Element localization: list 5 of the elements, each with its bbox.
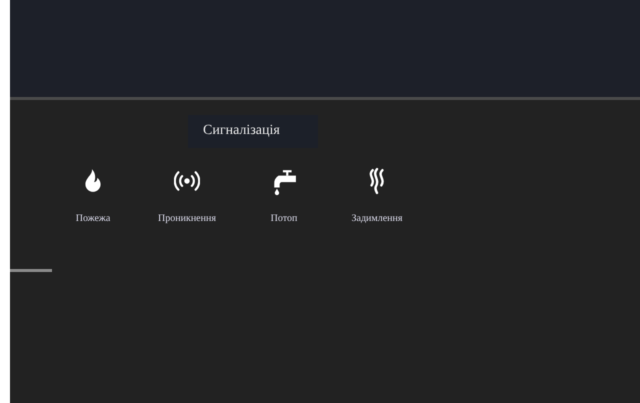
alarm-label: Пожежа	[76, 213, 110, 224]
alarm-label: Задимлення	[352, 213, 402, 224]
alarm-label: Потоп	[270, 213, 298, 224]
section-title: Сигналізація	[188, 115, 318, 148]
alarm-label: Проникнення	[158, 213, 216, 224]
